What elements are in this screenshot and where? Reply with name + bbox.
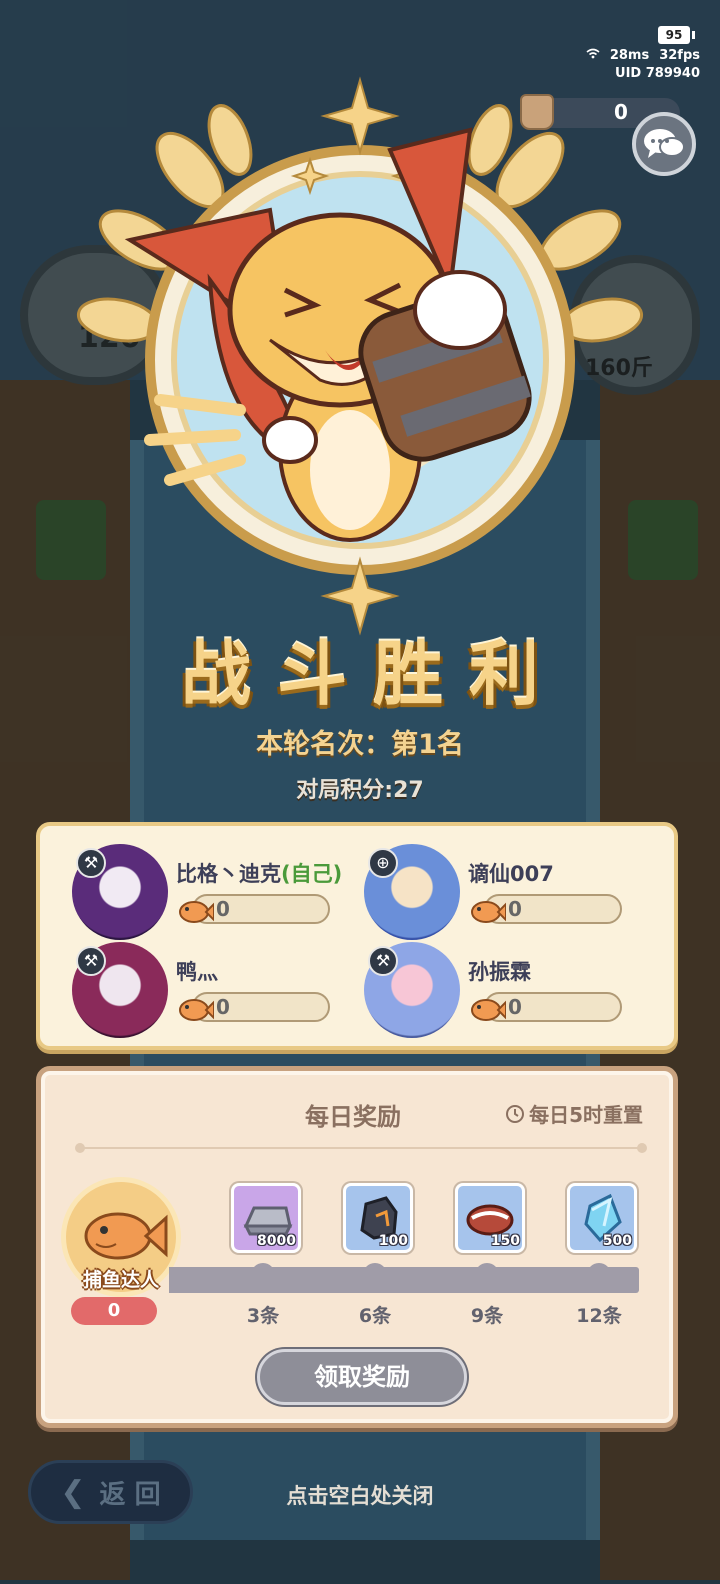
- player-card[interactable]: ⚒ 比格丶迪克(自己) 0: [72, 844, 372, 944]
- fish-count: 0: [216, 995, 230, 1019]
- player-name: 谪仙007: [468, 858, 554, 888]
- milestone-marker: [363, 1263, 387, 1279]
- victory-emblem: [76, 76, 644, 636]
- players-panel: ⚒ 比格丶迪克(自己) 0 ⊕ 谪仙007 0 ⚒ 鸭灬 0 ⚒ 孙振霖 0: [36, 822, 678, 1050]
- avatar: ⚒: [72, 942, 168, 1038]
- fishing-master-label: 捕鱼达人: [82, 1269, 159, 1291]
- axe-icon: ⚒: [368, 946, 398, 976]
- fish-count-bar: 0: [471, 992, 622, 1022]
- milestone-marker: [587, 1263, 611, 1279]
- player-card[interactable]: ⊕ 谪仙007 0: [364, 844, 664, 944]
- self-tag: (自己): [281, 862, 343, 886]
- player-name-text: 比格丶迪克: [176, 862, 281, 886]
- fish-icon: [179, 901, 214, 923]
- fish-count-bar: 0: [471, 894, 622, 924]
- fish-count-bar: 0: [179, 894, 330, 924]
- milestone-label: 12条: [576, 1305, 622, 1327]
- fish-count-bar: 0: [179, 992, 330, 1022]
- reward-quantity: 500: [602, 1233, 632, 1249]
- fish-icon: [179, 999, 214, 1021]
- player-name-text: 鸭灬: [176, 960, 218, 984]
- daily-reward-panel: 每日奖励 每日5时重置 捕鱼达人 0 8000 100 150 500 3条 6…: [36, 1066, 678, 1428]
- avatar: ⚒: [72, 844, 168, 940]
- claim-reward-button[interactable]: 领取奖励: [257, 1349, 467, 1405]
- match-score-text: 对局积分:27: [296, 778, 424, 803]
- reward-item[interactable]: 500: [567, 1183, 637, 1253]
- clock-icon: [506, 1104, 525, 1123]
- round-rank-text: 本轮名次：第1名: [256, 729, 464, 760]
- player-card[interactable]: ⚒ 鸭灬 0: [72, 942, 372, 1042]
- milestone-label: 6条: [358, 1305, 392, 1327]
- tap-to-close-hint: 点击空白处关闭: [286, 1484, 434, 1508]
- milestone-label: 3条: [246, 1305, 280, 1327]
- player-name: 比格丶迪克(自己): [176, 858, 342, 888]
- player-card[interactable]: ⚒ 孙振霖 0: [364, 942, 664, 1042]
- fishing-master-count: 0: [71, 1297, 157, 1325]
- daily-reward-title: 每日奖励: [305, 1103, 401, 1131]
- player-name-text: 孙振霖: [468, 960, 531, 984]
- fish-count: 0: [508, 897, 522, 921]
- reward-quantity: 8000: [257, 1233, 296, 1249]
- crosshair-icon: ⊕: [368, 848, 398, 878]
- player-name-text: 谪仙007: [468, 862, 554, 886]
- reset-info: 每日5时重置: [505, 1099, 643, 1128]
- axe-icon: ⚒: [76, 946, 106, 976]
- reset-text: 每日5时重置: [529, 1103, 643, 1127]
- reward-quantity: 100: [378, 1233, 408, 1249]
- fish-icon: [471, 999, 506, 1021]
- reward-item[interactable]: 150: [455, 1183, 525, 1253]
- reward-item[interactable]: 8000: [231, 1183, 301, 1253]
- avatar: ⊕: [364, 844, 460, 940]
- player-name: 鸭灬: [176, 956, 218, 986]
- milestone-marker: [251, 1263, 275, 1279]
- fish-count: 0: [216, 897, 230, 921]
- reward-item[interactable]: 100: [343, 1183, 413, 1253]
- milestone-label: 9条: [470, 1305, 504, 1327]
- player-name: 孙振霖: [468, 956, 531, 986]
- reward-quantity: 150: [490, 1233, 520, 1249]
- avatar: ⚒: [364, 942, 460, 1038]
- victory-title: 战斗胜利: [181, 633, 565, 715]
- divider: [75, 1143, 647, 1153]
- fps-value: 32fps: [659, 48, 700, 63]
- reward-progress-track: [169, 1263, 639, 1293]
- axe-icon: ⚒: [76, 848, 106, 878]
- fish-count: 0: [508, 995, 522, 1019]
- battery-indicator: 95: [658, 26, 695, 44]
- milestone-marker: [475, 1263, 499, 1279]
- fish-icon: [471, 901, 506, 923]
